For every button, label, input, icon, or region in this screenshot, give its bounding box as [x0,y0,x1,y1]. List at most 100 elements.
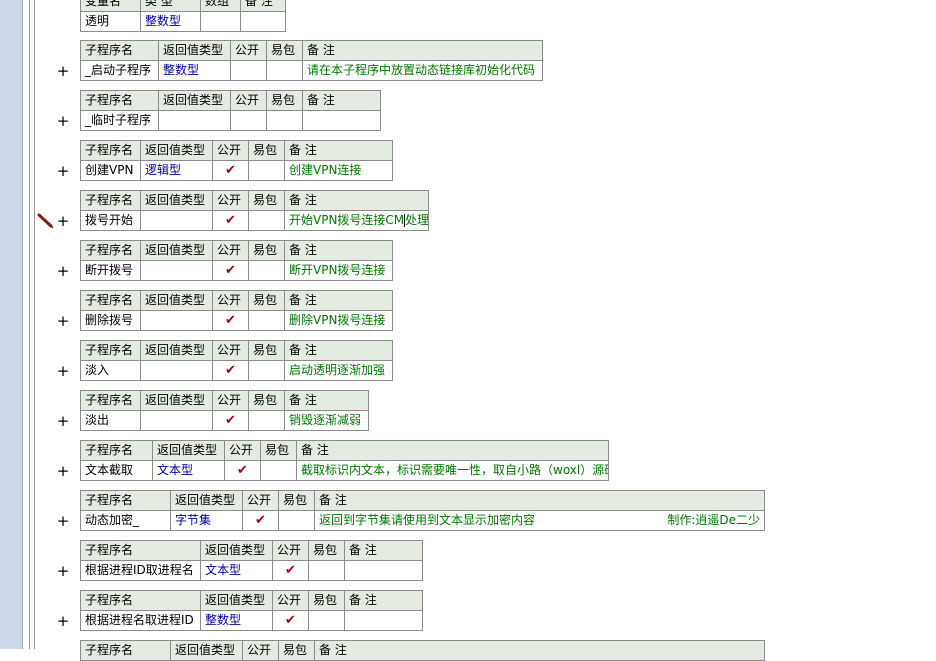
var-header-remark: 备 注 [240,0,286,12]
sub-easy-pack-cell[interactable] [266,110,303,131]
sub-header-cell: 易包 [278,640,315,661]
sub-name-cell[interactable]: 断开拨号 [80,260,141,281]
sub-return-type-cell[interactable] [140,360,213,381]
sub-remark-cell[interactable]: 创建VPN连接 [284,160,393,181]
sub-return-type-cell[interactable]: 整数型 [158,60,231,81]
plus-icon[interactable]: + [56,114,70,129]
sub-easy-pack-cell[interactable] [248,410,285,431]
sub-header-easy-pack: 易包 [248,140,285,161]
var-array-cell[interactable] [200,11,241,32]
sub-header-return-type: 返回值类型 [152,440,225,461]
plus-icon[interactable]: + [56,564,70,579]
subroutine-block-partial: 子程序名 返回值类型 公开 易包备 注 [80,640,765,661]
plus-icon[interactable]: + [56,614,70,629]
sub-name-cell[interactable]: 拨号开始 [80,210,141,231]
sub-name-cell[interactable]: 淡出 [80,410,141,431]
sub-return-type-cell[interactable] [140,260,213,281]
sub-easy-pack-cell[interactable] [248,260,285,281]
sub-remark-cell[interactable]: 制作:逍遥De二少 返回到字节集请使用到文本显示加密内容 [314,510,765,531]
sub-header-public: 公开 [212,390,249,411]
sub-name-cell[interactable]: 删除拨号 [80,310,141,331]
sub-name-cell[interactable]: _临时子程序 [80,110,159,131]
remark-text: 启动透明逐渐加强 [289,363,386,377]
sub-easy-pack-cell[interactable] [308,610,345,631]
pen-icon[interactable] [37,212,55,230]
sub-easy-pack-cell[interactable] [278,510,315,531]
sub-public-cell[interactable] [230,60,267,81]
check-icon: ✔ [225,263,236,278]
sub-public-cell[interactable] [230,110,267,131]
sub-easy-pack-cell[interactable] [308,560,345,581]
plus-icon[interactable]: + [56,214,70,229]
sub-return-type-cell[interactable] [140,210,213,231]
sub-header-return-type: 返回值类型 [140,390,213,411]
sub-return-type-cell[interactable]: 整数型 [200,610,273,631]
sub-name-cell[interactable]: 淡入 [80,360,141,381]
sub-return-type-cell[interactable]: 字节集 [170,510,243,531]
sub-name-cell[interactable]: 根据进程ID取进程名 [80,560,201,581]
plus-icon[interactable]: + [56,364,70,379]
subroutine-block: 子程序名 返回值类型 公开 易包备 注动态加密_ 字节集 ✔ 制作:逍遥De二少 返回到字节集… [80,490,765,531]
var-name-cell[interactable]: 透明 [80,11,141,32]
left-gutter [0,0,23,649]
sub-name-cell[interactable]: 根据进程名取进程ID [80,610,201,631]
sub-easy-pack-cell[interactable] [248,160,285,181]
sub-easy-pack-cell[interactable] [248,310,285,331]
sub-return-type-cell[interactable] [140,310,213,331]
sub-header-remark: 备 注 [314,490,765,511]
sub-remark-cell[interactable] [344,560,423,581]
sub-public-cell[interactable]: ✔ [212,210,249,231]
sub-name-cell[interactable]: 文本截取 [80,460,153,481]
plus-icon[interactable]: + [56,264,70,279]
sub-easy-pack-cell[interactable] [248,210,285,231]
sub-header-name: 子程序名 [80,440,153,461]
sub-remark-cell[interactable]: 删除VPN拨号连接 [284,310,393,331]
gutter-divider [34,0,35,649]
subroutine-block: 子程序名 返回值类型 公开 易包备 注淡入 ✔ 启动透明逐渐加强 [80,340,393,381]
sub-return-type-cell[interactable] [140,410,213,431]
sub-easy-pack-cell[interactable] [260,460,297,481]
plus-icon[interactable]: + [56,64,70,79]
sub-header-return-type: 返回值类型 [140,290,213,311]
sub-remark-cell[interactable]: 截取标识内文本，标识需要唯一性，取自小路（woxl）源码 [296,460,609,481]
sub-header-return-type: 返回值类型 [158,40,231,61]
subroutine-block: 子程序名 返回值类型 公开 易包备 注删除拨号 ✔ 删除VPN拨号连接 [80,290,393,331]
sub-name-cell[interactable]: 创建VPN [80,160,141,181]
plus-icon[interactable]: + [56,314,70,329]
var-type-cell[interactable]: 整数型 [140,11,201,32]
sub-public-cell[interactable]: ✔ [212,160,249,181]
sub-public-cell[interactable]: ✔ [242,510,279,531]
sub-name-cell[interactable]: 动态加密_ [80,510,171,531]
sub-remark-cell[interactable] [302,110,381,131]
sub-public-cell[interactable]: ✔ [224,460,261,481]
sub-remark-cell[interactable]: 启动透明逐渐加强 [284,360,393,381]
sub-remark-cell[interactable]: 请在本子程序中放置动态链接库初始化代码 [302,60,543,81]
sub-remark-cell[interactable]: 开始VPN拨号连接CM处理 [284,210,429,231]
sub-return-type-cell[interactable]: 逻辑型 [140,160,213,181]
sub-easy-pack-cell[interactable] [266,60,303,81]
subroutine-block: 子程序名 返回值类型 公开 易包备 注断开拨号 ✔ 断开VPN拨号连接 [80,240,393,281]
plus-icon[interactable]: + [56,414,70,429]
sub-return-type-cell[interactable]: 文本型 [152,460,225,481]
sub-header-easy-pack: 易包 [278,490,315,511]
sub-public-cell[interactable]: ✔ [212,260,249,281]
sub-remark-cell[interactable] [344,610,423,631]
plus-icon[interactable]: + [56,464,70,479]
sub-public-cell[interactable]: ✔ [272,560,309,581]
sub-header-public: 公开 [242,490,279,511]
var-remark-cell[interactable] [240,11,286,32]
sub-public-cell[interactable]: ✔ [212,310,249,331]
sub-public-cell[interactable]: ✔ [212,360,249,381]
sub-public-cell[interactable]: ✔ [212,410,249,431]
plus-icon[interactable]: + [56,514,70,529]
sub-easy-pack-cell[interactable] [248,360,285,381]
sub-header-remark: 备 注 [296,440,609,461]
sub-return-type-cell[interactable] [158,110,231,131]
sub-header-name: 子程序名 [80,290,141,311]
sub-remark-cell[interactable]: 销毁逐渐减弱 [284,410,369,431]
plus-icon[interactable]: + [56,164,70,179]
sub-name-cell[interactable]: _启动子程序 [80,60,159,81]
sub-remark-cell[interactable]: 断开VPN拨号连接 [284,260,393,281]
sub-return-type-cell[interactable]: 文本型 [200,560,273,581]
sub-public-cell[interactable]: ✔ [272,610,309,631]
